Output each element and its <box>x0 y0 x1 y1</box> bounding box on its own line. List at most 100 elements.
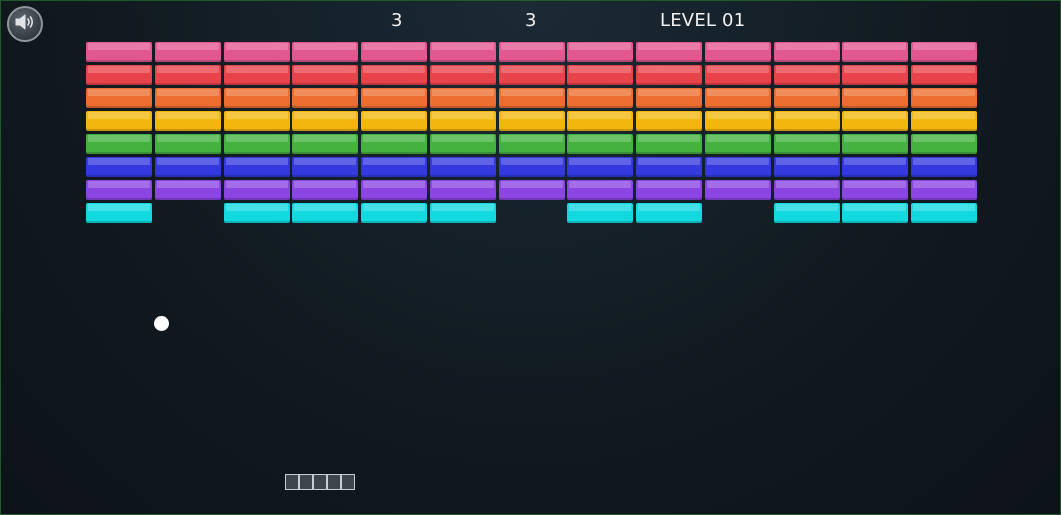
sound-toggle-button[interactable] <box>7 6 43 42</box>
brick <box>911 65 977 85</box>
brick <box>86 157 152 177</box>
brick <box>842 88 909 108</box>
brick <box>498 111 565 131</box>
brick <box>154 157 221 177</box>
brick <box>704 180 771 200</box>
brick <box>429 88 496 108</box>
brick <box>429 157 496 177</box>
brick <box>567 42 634 62</box>
brick <box>636 42 702 62</box>
brick <box>154 111 221 131</box>
brick <box>567 88 634 108</box>
brick <box>361 157 427 177</box>
brick <box>361 88 427 108</box>
brick <box>567 203 634 223</box>
paddle-segment <box>341 474 355 490</box>
brick <box>223 111 290 131</box>
brick <box>223 88 290 108</box>
brick <box>429 65 496 85</box>
brick <box>292 203 359 223</box>
brick <box>86 203 152 223</box>
brick <box>292 111 359 131</box>
brick <box>361 42 427 62</box>
brick <box>292 180 359 200</box>
game-stage[interactable]: 3 3 LEVEL 01 <box>0 0 1061 515</box>
brick <box>86 134 152 154</box>
brick <box>773 65 840 85</box>
brick <box>361 65 427 85</box>
brick <box>842 42 909 62</box>
brick <box>429 111 496 131</box>
brick <box>704 157 771 177</box>
brick <box>498 157 565 177</box>
level-label: LEVEL 01 <box>660 10 746 31</box>
brick <box>154 42 221 62</box>
brick <box>223 203 290 223</box>
brick <box>636 157 702 177</box>
brick <box>704 134 771 154</box>
brick <box>636 134 702 154</box>
brick <box>361 111 427 131</box>
brick <box>636 88 702 108</box>
brick <box>292 65 359 85</box>
paddle-segment <box>327 474 341 490</box>
brick <box>567 111 634 131</box>
brick <box>223 157 290 177</box>
brick <box>704 42 771 62</box>
brick <box>773 88 840 108</box>
brick <box>773 157 840 177</box>
brick <box>911 180 977 200</box>
brick <box>911 134 977 154</box>
brick <box>911 157 977 177</box>
score-value: 3 <box>391 10 403 31</box>
brick <box>361 180 427 200</box>
brick <box>154 180 221 200</box>
brick <box>911 88 977 108</box>
brick <box>223 134 290 154</box>
brick <box>842 180 909 200</box>
brick <box>567 134 634 154</box>
brick <box>86 111 152 131</box>
brick <box>636 65 702 85</box>
brick <box>361 134 427 154</box>
brick <box>86 180 152 200</box>
brick <box>292 88 359 108</box>
brick <box>704 65 771 85</box>
brick <box>86 88 152 108</box>
brick <box>154 134 221 154</box>
brick <box>498 134 565 154</box>
brick <box>223 65 290 85</box>
speaker-icon <box>14 12 36 36</box>
brick <box>154 65 221 85</box>
brick <box>429 42 496 62</box>
brick <box>567 65 634 85</box>
brick <box>842 203 909 223</box>
brick <box>842 134 909 154</box>
brick <box>773 203 840 223</box>
lives-value: 3 <box>525 10 537 31</box>
brick <box>773 111 840 131</box>
brick <box>911 111 977 131</box>
paddle[interactable] <box>285 474 355 490</box>
ball <box>154 316 169 331</box>
brick <box>498 42 565 62</box>
brick <box>429 134 496 154</box>
brick <box>292 157 359 177</box>
brick <box>498 65 565 85</box>
brick <box>911 42 977 62</box>
paddle-segment <box>285 474 299 490</box>
brick <box>773 42 840 62</box>
brick <box>361 203 427 223</box>
brick <box>704 111 771 131</box>
paddle-segment <box>313 474 327 490</box>
brick <box>636 180 702 200</box>
brick <box>842 65 909 85</box>
brick <box>86 65 152 85</box>
paddle-segment <box>299 474 313 490</box>
brick <box>704 88 771 108</box>
brick <box>223 42 290 62</box>
brick <box>773 134 840 154</box>
brick <box>911 203 977 223</box>
brick <box>154 88 221 108</box>
brick <box>498 180 565 200</box>
